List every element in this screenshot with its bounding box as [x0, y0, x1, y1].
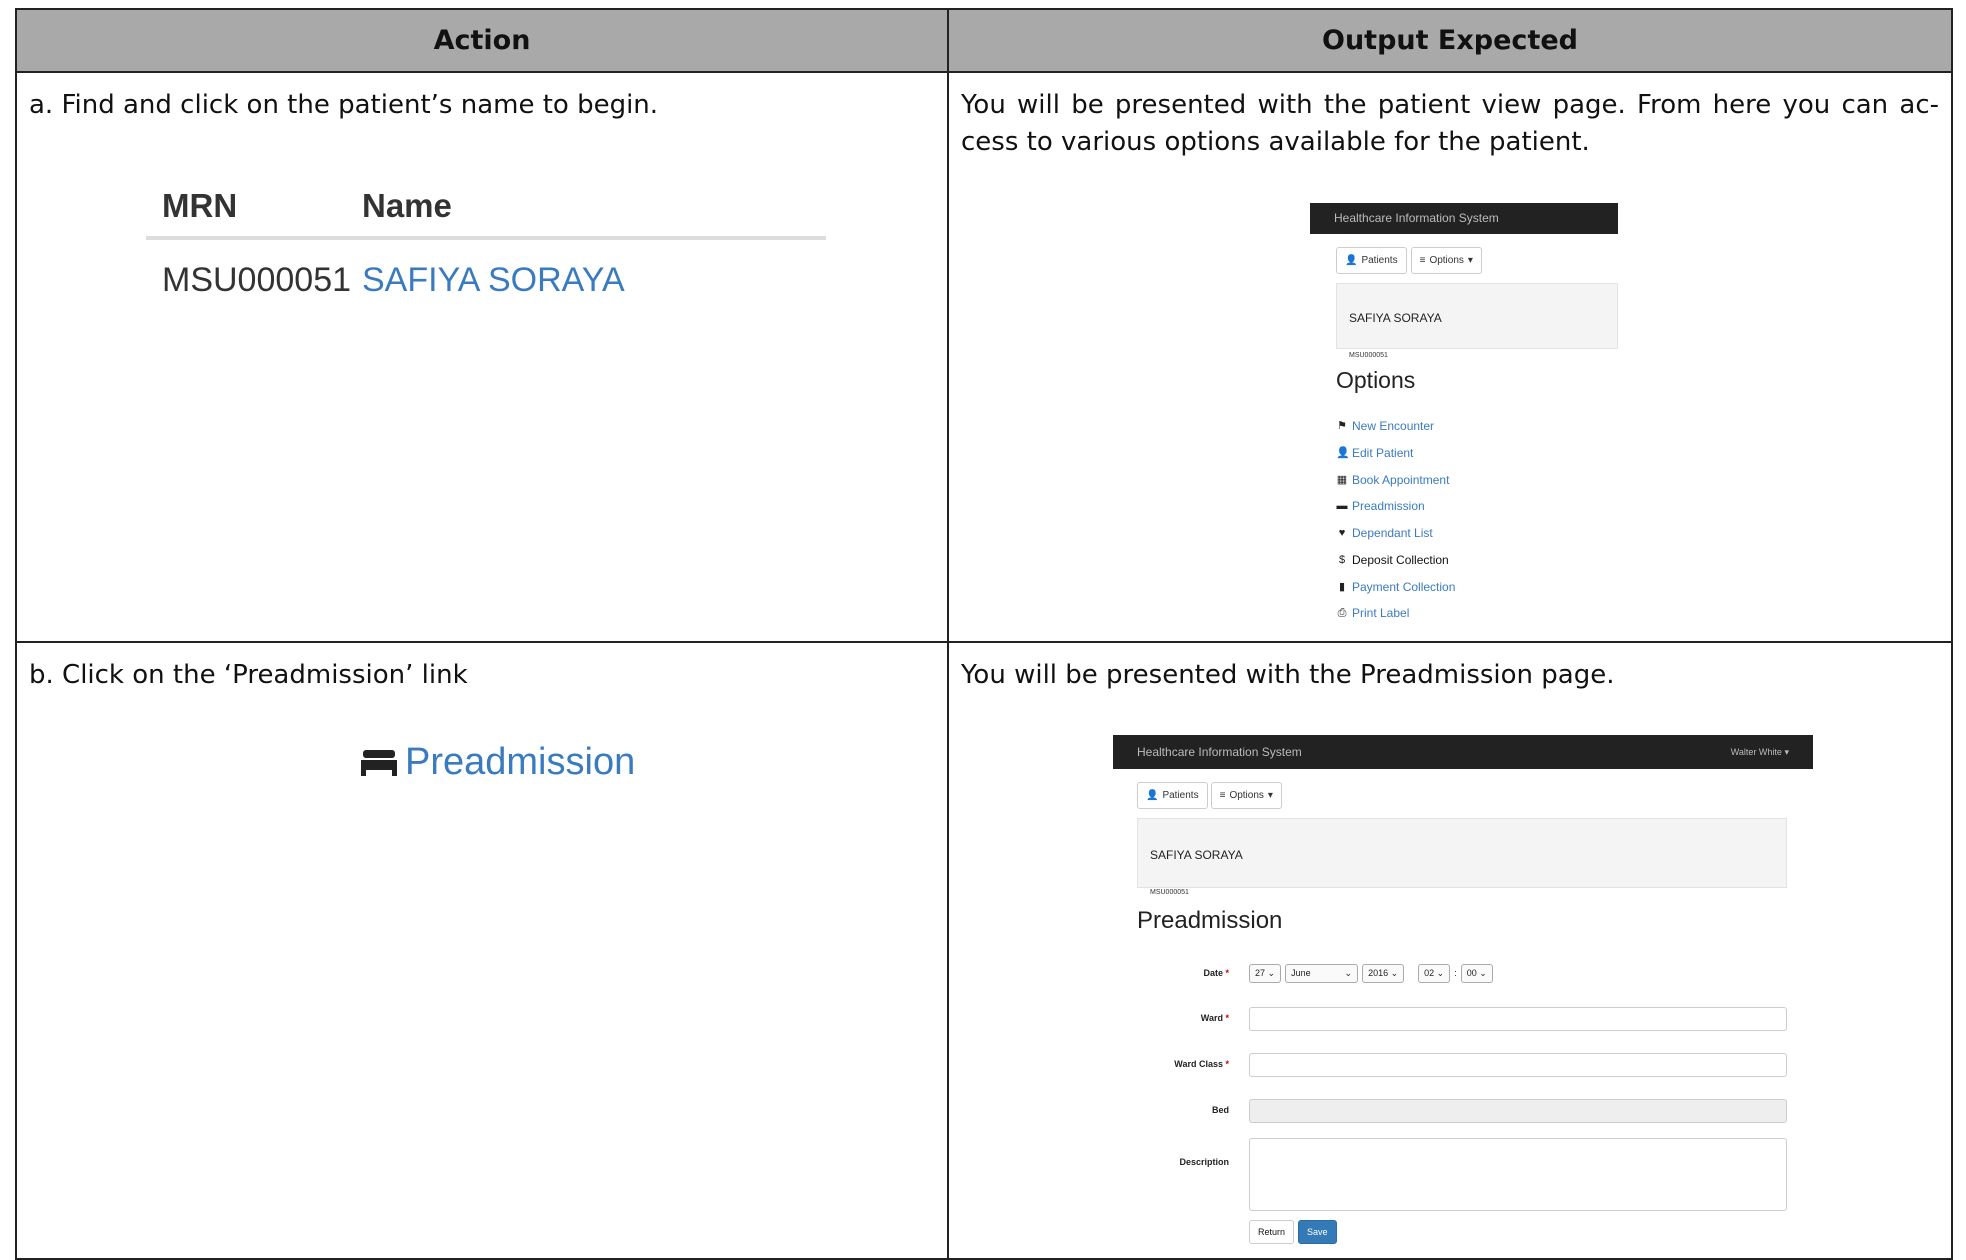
action-cell-b: b. Click on the ‘Preadmission’ link Prea…: [15, 641, 949, 1260]
description-field[interactable]: [1249, 1138, 1787, 1212]
caret-down-icon: ▾: [1467, 255, 1473, 266]
patient-list-header: MRN Name: [146, 174, 826, 240]
year-select[interactable]: 2016 ⌄: [1362, 964, 1405, 984]
options-list: ⚑ New Encounter 👤 Edit Patient ▦ Book Appoi…: [1336, 413, 1618, 627]
option-print-label[interactable]: ⎙ Print Label: [1336, 601, 1618, 628]
save-button[interactable]: Save: [1298, 1220, 1337, 1245]
output-cell-a: You will be presented with the patient v…: [947, 70, 1953, 644]
menu-icon: ≡: [1219, 790, 1226, 802]
bed-row: Bed: [1137, 1092, 1813, 1129]
patient-view-screenshot: Healthcare Information System 👤 Patients …: [1310, 203, 1618, 627]
month-select[interactable]: June ⌄: [1285, 964, 1359, 984]
instruction-table: Action Output Expected a. Find and click…: [15, 8, 1953, 1260]
app-title: Healthcare Information System: [1334, 211, 1499, 225]
navbar: Healthcare Information System Walter Whi…: [1113, 734, 1813, 771]
user-icon: 👤: [1146, 790, 1159, 802]
form-actions: Return Save: [1137, 1220, 1813, 1245]
options-heading: Options: [1336, 367, 1416, 393]
minute-select[interactable]: 00 ⌄: [1460, 964, 1493, 984]
app-title: Healthcare Information System: [1137, 744, 1302, 759]
table-row: a. Find and click on the patient’s name …: [15, 70, 1953, 644]
preadmission-link[interactable]: Preadmission: [361, 741, 935, 784]
header-output: Output Expected: [947, 8, 1953, 73]
menu-icon: ≡: [1419, 255, 1426, 266]
step-a-text: a. Find and click on the patient’s name …: [29, 90, 659, 120]
ward-label: Ward *: [1200, 1013, 1229, 1024]
step-b-text: b. Click on the ‘Preadmission’ link: [29, 660, 468, 691]
patient-name-link[interactable]: SAFIYA SORAYA: [362, 261, 625, 299]
user-menu[interactable]: Walter White ▾: [1731, 734, 1789, 771]
description-label: Description: [1179, 1157, 1229, 1168]
options-button[interactable]: ≡ Options ▾: [1410, 247, 1482, 274]
preadmission-screenshot: Healthcare Information System Walter Whi…: [1113, 734, 1813, 1245]
description-row: Description: [1137, 1138, 1813, 1212]
output-b-text: You will be presented with the Preadmiss…: [961, 660, 1615, 691]
ward-class-row: Ward Class *: [1137, 1046, 1813, 1083]
patient-header: SAFIYA SORAYA MSU000051: [1137, 818, 1787, 896]
output-cell-b: You will be presented with the Preadmiss…: [947, 641, 1953, 1260]
ward-row: Ward *: [1137, 1000, 1813, 1037]
output-a-text: You will be presented with the patient v…: [961, 90, 1939, 157]
hour-select[interactable]: 02 ⌄: [1418, 964, 1451, 984]
page-title: Preadmission: [1137, 907, 1283, 935]
ward-class-label: Ward Class *: [1174, 1059, 1229, 1070]
ward-class-field[interactable]: [1249, 1052, 1787, 1077]
patients-button[interactable]: 👤 Patients: [1137, 782, 1208, 810]
caret-down-icon: ▾: [1267, 790, 1273, 802]
user-icon: 👤: [1345, 255, 1358, 266]
patient-header: SAFIYA SORAYA MSU000051: [1336, 283, 1618, 359]
date-label: Date *: [1203, 968, 1229, 979]
header-action: Action: [15, 8, 949, 73]
print-icon: ⎙: [1337, 607, 1347, 620]
ward-field[interactable]: [1249, 1006, 1787, 1031]
day-select[interactable]: 27 ⌄: [1249, 964, 1282, 984]
patient-name: SAFIYA SORAYA: [1150, 848, 1243, 863]
time-separator: :: [1454, 968, 1457, 979]
navbar: Healthcare Information System: [1310, 203, 1618, 234]
patients-button[interactable]: 👤 Patients: [1336, 247, 1407, 274]
preadmission-link-label: Preadmission: [405, 741, 636, 784]
options-button[interactable]: ≡ Options ▾: [1210, 782, 1282, 810]
bed-label: Bed: [1211, 1105, 1229, 1116]
patient-name: SAFIYA SORAYA: [1349, 311, 1442, 325]
patient-list-snippet: MRN Name MSU000051 SAFIYA SORAYA: [146, 174, 826, 320]
action-cell-a: a. Find and click on the patient’s name …: [15, 70, 949, 644]
patient-row: MSU000051 SAFIYA SORAYA: [146, 240, 826, 320]
date-row: Date * 27 ⌄ June ⌄ 2016 ⌄ 02 ⌄ : 00 ⌄: [1137, 955, 1813, 992]
bed-icon: [361, 749, 397, 776]
caret-down-icon: ▾: [1784, 746, 1789, 757]
bed-field: [1249, 1098, 1787, 1123]
return-button[interactable]: Return: [1249, 1220, 1295, 1245]
table-row: b. Click on the ‘Preadmission’ link Prea…: [15, 641, 1953, 1260]
column-mrn: MRN: [162, 186, 238, 224]
patient-mrn: MSU000051: [162, 260, 352, 299]
column-name: Name: [362, 186, 452, 224]
